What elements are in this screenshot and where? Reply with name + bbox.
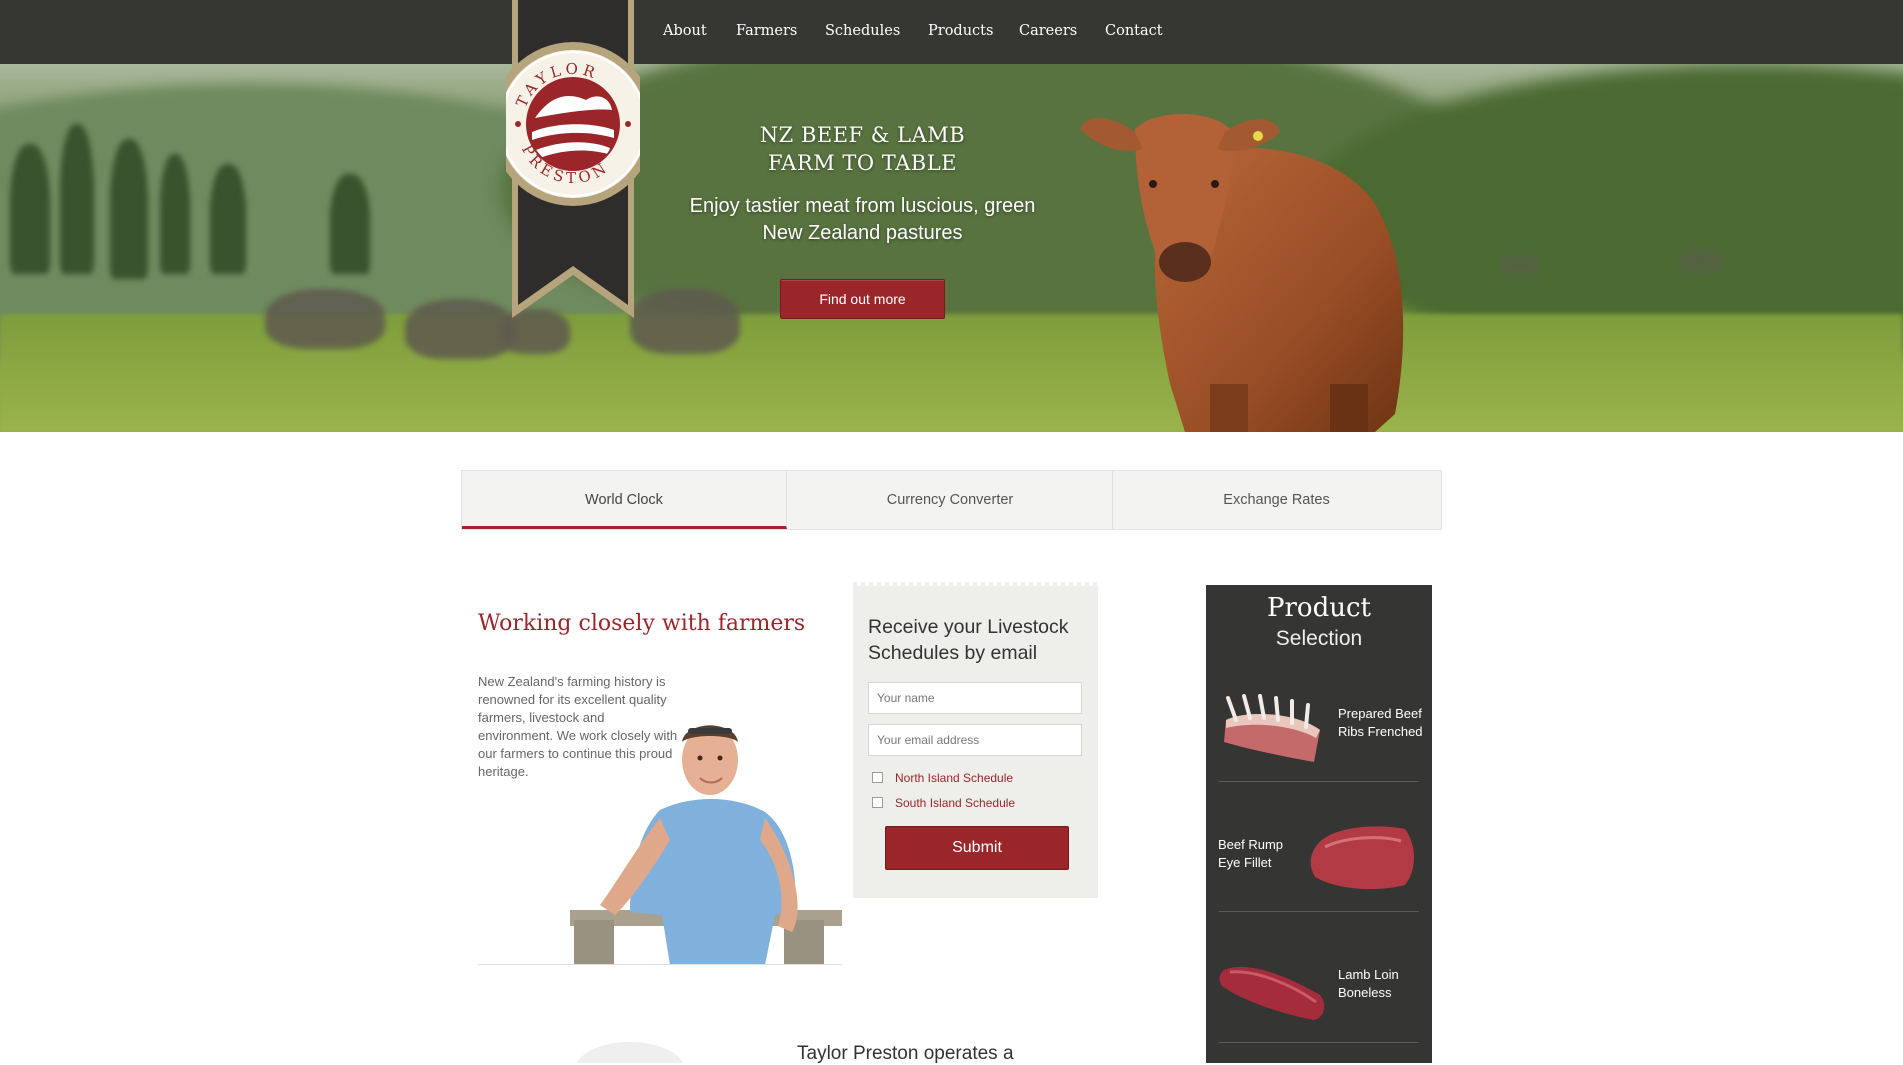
name-input[interactable]: Your name: [868, 682, 1082, 714]
product-beef-rump-label[interactable]: Beef Rump Eye Fillet: [1218, 836, 1298, 872]
tree: [160, 154, 190, 274]
tree: [210, 164, 246, 274]
sheep: [405, 299, 515, 359]
sheep: [265, 289, 385, 349]
signup-heading: Receive your Livestock Schedules by emai…: [868, 616, 1069, 664]
divider: [1219, 1042, 1419, 1043]
submit-button[interactable]: Submit: [885, 826, 1069, 870]
tab-exchange-rates[interactable]: Exchange Rates: [1114, 471, 1439, 529]
tree: [330, 174, 370, 274]
hero-subtitle-line1: Enjoy tastier meat from luscious, green: [689, 195, 1036, 217]
tree: [60, 124, 94, 274]
about-intro-text: Taylor Preston operates a: [797, 1043, 1014, 1064]
partial-image: [576, 1042, 684, 1063]
hero-banner: NZ BEEF & LAMB FARM TO TABLE Enjoy tasti…: [0, 64, 1903, 432]
tree: [10, 144, 50, 274]
south-island-checkbox[interactable]: [872, 797, 883, 808]
find-out-more-button[interactable]: Find out more: [780, 279, 945, 319]
taylor-preston-logo[interactable]: TAYLOR PRESTON: [506, 0, 640, 320]
cow-image: [1080, 114, 1404, 432]
hero-title-line1: NZ BEEF & LAMB: [759, 123, 966, 147]
product-subheading: Selection: [1275, 627, 1363, 650]
product-heading: Product: [1267, 593, 1371, 623]
email-input[interactable]: Your email address: [868, 724, 1082, 756]
sheep: [630, 289, 740, 354]
tab-world-clock[interactable]: World Clock: [462, 471, 787, 529]
lamb-loin-image[interactable]: [1216, 950, 1331, 1030]
farmer-photo: [570, 725, 842, 965]
south-island-label[interactable]: South Island Schedule: [895, 796, 1015, 810]
tree: [110, 139, 148, 279]
nav-farmers[interactable]: Farmers: [736, 23, 797, 39]
top-navigation: About Farmers Schedules Products Careers…: [0, 0, 1903, 64]
tools-tabs: World Clock Currency Converter Exchange …: [461, 470, 1442, 530]
sheep: [1500, 254, 1540, 276]
nav-products[interactable]: Products: [928, 23, 993, 39]
farmers-heading: Working closely with farmers: [478, 611, 806, 636]
hero-title-line2: FARM TO TABLE: [767, 151, 958, 175]
product-lamb-loin-label[interactable]: Lamb Loin Boneless: [1338, 966, 1428, 1002]
sheep: [1680, 249, 1724, 273]
beef-rump-image[interactable]: [1305, 815, 1420, 895]
nav-about[interactable]: About: [663, 23, 707, 39]
north-island-label[interactable]: North Island Schedule: [895, 771, 1013, 785]
beef-ribs-image[interactable]: [1216, 690, 1326, 770]
hero-subtitle-line2: New Zealand pastures: [762, 222, 963, 244]
north-island-checkbox[interactable]: [872, 772, 883, 783]
product-beef-ribs-label[interactable]: Prepared Beef Ribs Frenched: [1338, 705, 1428, 741]
divider: [478, 964, 842, 965]
tab-currency-converter[interactable]: Currency Converter: [788, 471, 1113, 529]
nav-careers[interactable]: Careers: [1019, 23, 1077, 39]
divider: [1219, 781, 1419, 782]
nav-schedules[interactable]: Schedules: [825, 23, 900, 39]
divider: [1219, 911, 1419, 912]
nav-contact[interactable]: Contact: [1105, 23, 1163, 39]
